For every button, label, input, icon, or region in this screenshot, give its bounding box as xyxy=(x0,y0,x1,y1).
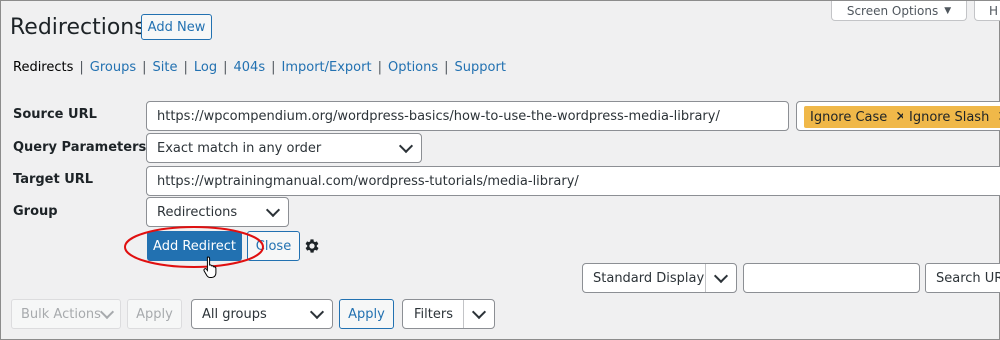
query-parameters-select[interactable]: Exact match in any order xyxy=(146,133,422,163)
hand-cursor-icon xyxy=(203,256,217,278)
query-parameters-label: Query Parameters xyxy=(13,140,147,155)
target-url-input[interactable]: https://wptrainingmanual.com/wordpress-t… xyxy=(146,166,1000,196)
subnav: Redirects | Groups | Site | Log | 404s | Impo… xyxy=(13,59,506,75)
screen-options-tab[interactable]: Screen Options ▼ xyxy=(831,1,967,21)
group-filter-select[interactable]: All groups xyxy=(191,299,333,329)
subnav-item-support[interactable]: Support xyxy=(455,60,506,75)
target-url-label: Target URL xyxy=(13,172,94,187)
help-tab[interactable]: H xyxy=(974,1,1000,21)
chevron-down-icon: ▼ xyxy=(944,5,952,16)
flag-ignore-case: Ignore Case ✕ xyxy=(804,106,914,128)
add-new-button[interactable]: Add New xyxy=(141,14,212,40)
chevron-down-icon xyxy=(99,304,115,320)
chevron-down-icon xyxy=(309,304,325,320)
flag-ignore-case-label: Ignore Case xyxy=(810,109,888,125)
group-label: Group xyxy=(13,204,58,219)
group-value: Redirections xyxy=(157,204,238,220)
bulk-actions-select[interactable]: Bulk Actions xyxy=(11,299,121,329)
apply-group-button[interactable]: Apply xyxy=(339,299,394,329)
url-flags-field[interactable]: Ignore Case ✕ Ignore Slash ✕ xyxy=(796,101,1000,131)
flag-ignore-slash-label: Ignore Slash xyxy=(909,109,990,125)
screen-options-label: Screen Options xyxy=(846,3,939,18)
filters-select[interactable]: Filters xyxy=(402,299,495,329)
subnav-item-import-export[interactable]: Import/Export xyxy=(282,60,372,75)
gear-icon[interactable] xyxy=(303,237,321,255)
source-url-value: https://wpcompendium.org/wordpress-basic… xyxy=(157,108,720,124)
bulk-actions-value: Bulk Actions xyxy=(21,306,101,322)
source-url-input[interactable]: https://wpcompendium.org/wordpress-basic… xyxy=(146,101,789,131)
flag-ignore-slash: Ignore Slash ✕ xyxy=(903,106,1000,128)
help-tab-label: H xyxy=(989,3,999,18)
display-select[interactable]: Standard Display xyxy=(582,263,737,293)
subnav-item-groups[interactable]: Groups xyxy=(90,60,136,75)
group-filter-value: All groups xyxy=(202,306,267,322)
chevron-down-icon xyxy=(471,304,487,320)
chevron-down-icon xyxy=(713,268,729,284)
filters-label: Filters xyxy=(414,306,453,322)
chevron-down-icon xyxy=(398,138,414,154)
page-title: Redirections xyxy=(10,15,146,40)
display-value: Standard Display xyxy=(593,270,705,286)
target-url-value: https://wptrainingmanual.com/wordpress-t… xyxy=(157,173,579,189)
source-url-label: Source URL xyxy=(13,107,97,122)
query-parameters-value: Exact match in any order xyxy=(157,140,322,156)
search-url-button[interactable]: Search URL xyxy=(925,263,1000,293)
subnav-item-redirects[interactable]: Redirects xyxy=(13,60,73,75)
subnav-item-404s[interactable]: 404s xyxy=(234,60,266,75)
highlight-ellipse xyxy=(124,226,264,268)
subnav-item-site[interactable]: Site xyxy=(153,60,178,75)
search-input[interactable] xyxy=(743,263,920,293)
chevron-down-icon xyxy=(265,202,281,218)
apply-bulk-button[interactable]: Apply xyxy=(127,299,182,329)
subnav-item-log[interactable]: Log xyxy=(194,60,217,75)
subnav-item-options[interactable]: Options xyxy=(388,60,438,75)
